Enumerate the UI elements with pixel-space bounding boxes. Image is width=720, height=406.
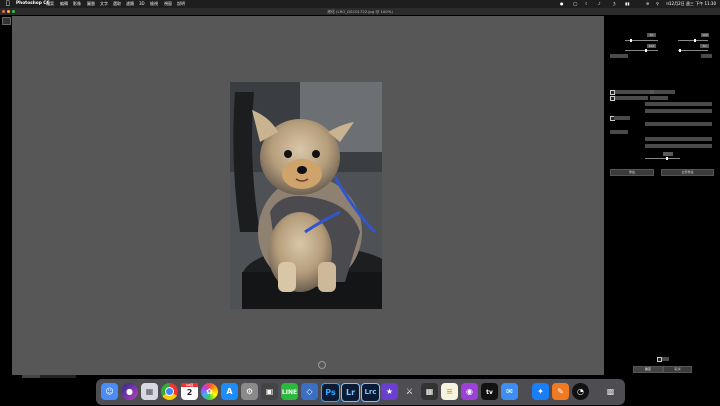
- status-app-icon[interactable]: ●: [560, 0, 564, 8]
- calculator-icon[interactable]: ▦: [421, 383, 438, 400]
- menu-edit[interactable]: 編輯: [60, 0, 68, 8]
- forward-warp-tool[interactable]: [2, 17, 11, 25]
- status-music-icon[interactable]: ♪: [598, 0, 601, 8]
- lip-slider[interactable]: [645, 144, 712, 148]
- menu-select[interactable]: 選取: [113, 0, 121, 8]
- mouth-row[interactable]: [610, 130, 628, 134]
- screenshot-icon[interactable]: ▣: [261, 383, 278, 400]
- trash-icon[interactable]: ▩: [602, 383, 619, 400]
- brush-rate-slider[interactable]: [678, 50, 708, 51]
- podcasts-icon[interactable]: ◉: [461, 383, 478, 400]
- line-icon[interactable]: LINE: [281, 383, 298, 400]
- calendar-icon[interactable]: 12月 2: [181, 383, 198, 400]
- chrome-icon[interactable]: [161, 383, 178, 400]
- activity-icon[interactable]: ◔: [572, 383, 589, 400]
- mail-icon[interactable]: ✉: [501, 383, 518, 400]
- eyes-row[interactable]: [610, 96, 648, 100]
- reset-button[interactable]: 重設: [610, 169, 654, 176]
- menu-window[interactable]: 視窗: [164, 0, 172, 8]
- menu-file[interactable]: 檔案: [46, 0, 54, 8]
- lightroom-classic-icon[interactable]: Lrc: [361, 383, 380, 402]
- safari-icon[interactable]: ✦: [532, 383, 549, 400]
- dictionary-icon[interactable]: ⚔: [401, 383, 418, 400]
- menu-layer[interactable]: 圖層: [87, 0, 95, 8]
- menu-help[interactable]: 說明: [177, 0, 185, 8]
- menu-type[interactable]: 文字: [100, 0, 108, 8]
- menu-image[interactable]: 影像: [73, 0, 81, 8]
- search-icon[interactable]: ⚲: [656, 0, 659, 8]
- launchpad-icon[interactable]: ▦: [141, 383, 158, 400]
- eyes-value-field[interactable]: [650, 96, 668, 100]
- brush-pressure-slider[interactable]: [625, 50, 658, 51]
- bluetooth-icon[interactable]: ℨ: [613, 0, 615, 8]
- apple-icon[interactable]: : [6, 0, 10, 8]
- window-title: 液化 (LRO_DSC01722.jpg @ 100%): [327, 9, 393, 14]
- app-store-icon[interactable]: A: [221, 383, 238, 400]
- notes-icon[interactable]: ≡: [441, 383, 458, 400]
- system-preferences-icon[interactable]: ⚙: [241, 383, 258, 400]
- nose-label-row[interactable]: [614, 116, 630, 120]
- lightroom-icon[interactable]: Lr: [341, 383, 360, 402]
- brush-rate-field[interactable]: 50: [700, 44, 709, 48]
- all-reset-button[interactable]: 全部重設: [661, 169, 714, 176]
- menu-view[interactable]: 檢視: [150, 0, 158, 8]
- brush-pressure-knob[interactable]: [645, 49, 648, 52]
- imovie-icon[interactable]: ★: [381, 383, 398, 400]
- smile-slider[interactable]: [645, 137, 712, 141]
- apple-tv-label: tv: [486, 389, 493, 396]
- pages-icon[interactable]: ✎: [552, 383, 569, 400]
- face-width-knob[interactable]: [666, 157, 668, 160]
- menu-bar:  Photoshop CC 檔案 編輯 影像 圖層 文字 選取 濾鏡 3D 檢…: [0, 0, 720, 8]
- cancel-button[interactable]: 取消: [663, 366, 692, 373]
- face-aware-checkbox[interactable]: [610, 90, 615, 95]
- dog-photo[interactable]: [230, 82, 382, 309]
- nose-height-slider[interactable]: [645, 122, 712, 126]
- canvas-scroll-track[interactable]: [40, 375, 76, 378]
- brush-rate-knob[interactable]: [679, 49, 681, 52]
- brush-size-knob[interactable]: [629, 39, 632, 42]
- status-circle-icon[interactable]: ◯: [573, 0, 577, 8]
- wifi-icon[interactable]: ≋: [646, 0, 649, 8]
- select-face-dropdown[interactable]: [610, 90, 675, 94]
- menu-filter[interactable]: 濾鏡: [126, 0, 134, 8]
- face-shape-field[interactable]: [663, 152, 673, 156]
- photos-icon[interactable]: ✿: [201, 383, 218, 400]
- stylus-pressure-option[interactable]: [610, 54, 628, 58]
- pin-edges-option[interactable]: [701, 54, 712, 58]
- dock: ☺ ● ▦ 12月 2 ✿ A ⚙ ▣ LINE ◇ Ps Lr Lrc ★ ⚔…: [96, 379, 625, 405]
- eyes-link-checkbox[interactable]: [610, 96, 615, 101]
- brush-size-field[interactable]: 50: [647, 33, 656, 37]
- canvas-scroll-thumb[interactable]: [22, 375, 40, 378]
- face-select-button[interactable]: [650, 90, 654, 94]
- face-width-slider[interactable]: [645, 158, 680, 159]
- brush-density-field[interactable]: 100: [701, 33, 709, 37]
- preview-label[interactable]: [662, 357, 669, 361]
- menu-app-name[interactable]: Photoshop CC: [16, 0, 50, 8]
- eye-height-slider[interactable]: [645, 109, 712, 113]
- apple-tv-icon[interactable]: tv: [481, 383, 498, 400]
- ok-button[interactable]: 確定: [633, 366, 663, 373]
- battery-icon[interactable]: ▮▮: [625, 0, 629, 8]
- brush-pressure-field[interactable]: 100: [647, 44, 656, 48]
- canvas-center-handle[interactable]: [318, 361, 326, 369]
- menu-clock[interactable]: 12月2日 週三 下午 11:30: [669, 0, 716, 8]
- eye-size-slider[interactable]: [645, 102, 712, 106]
- status-moon-icon[interactable]: ☾: [585, 0, 589, 8]
- menu-3d[interactable]: 3D: [139, 0, 145, 8]
- finder-icon[interactable]: ☺: [101, 383, 118, 400]
- siri-icon[interactable]: ●: [121, 383, 138, 400]
- photoshop-icon[interactable]: Ps: [321, 383, 340, 402]
- preview-icon[interactable]: ◇: [301, 383, 318, 400]
- calendar-day: 2: [186, 388, 193, 397]
- brush-density-knob[interactable]: [693, 39, 696, 42]
- window-title-bar: 液化 (LRO_DSC01722.jpg @ 100%): [0, 8, 720, 15]
- properties-panel: 50 100 100 50 重設 全部重設 確定 取消: [605, 16, 720, 380]
